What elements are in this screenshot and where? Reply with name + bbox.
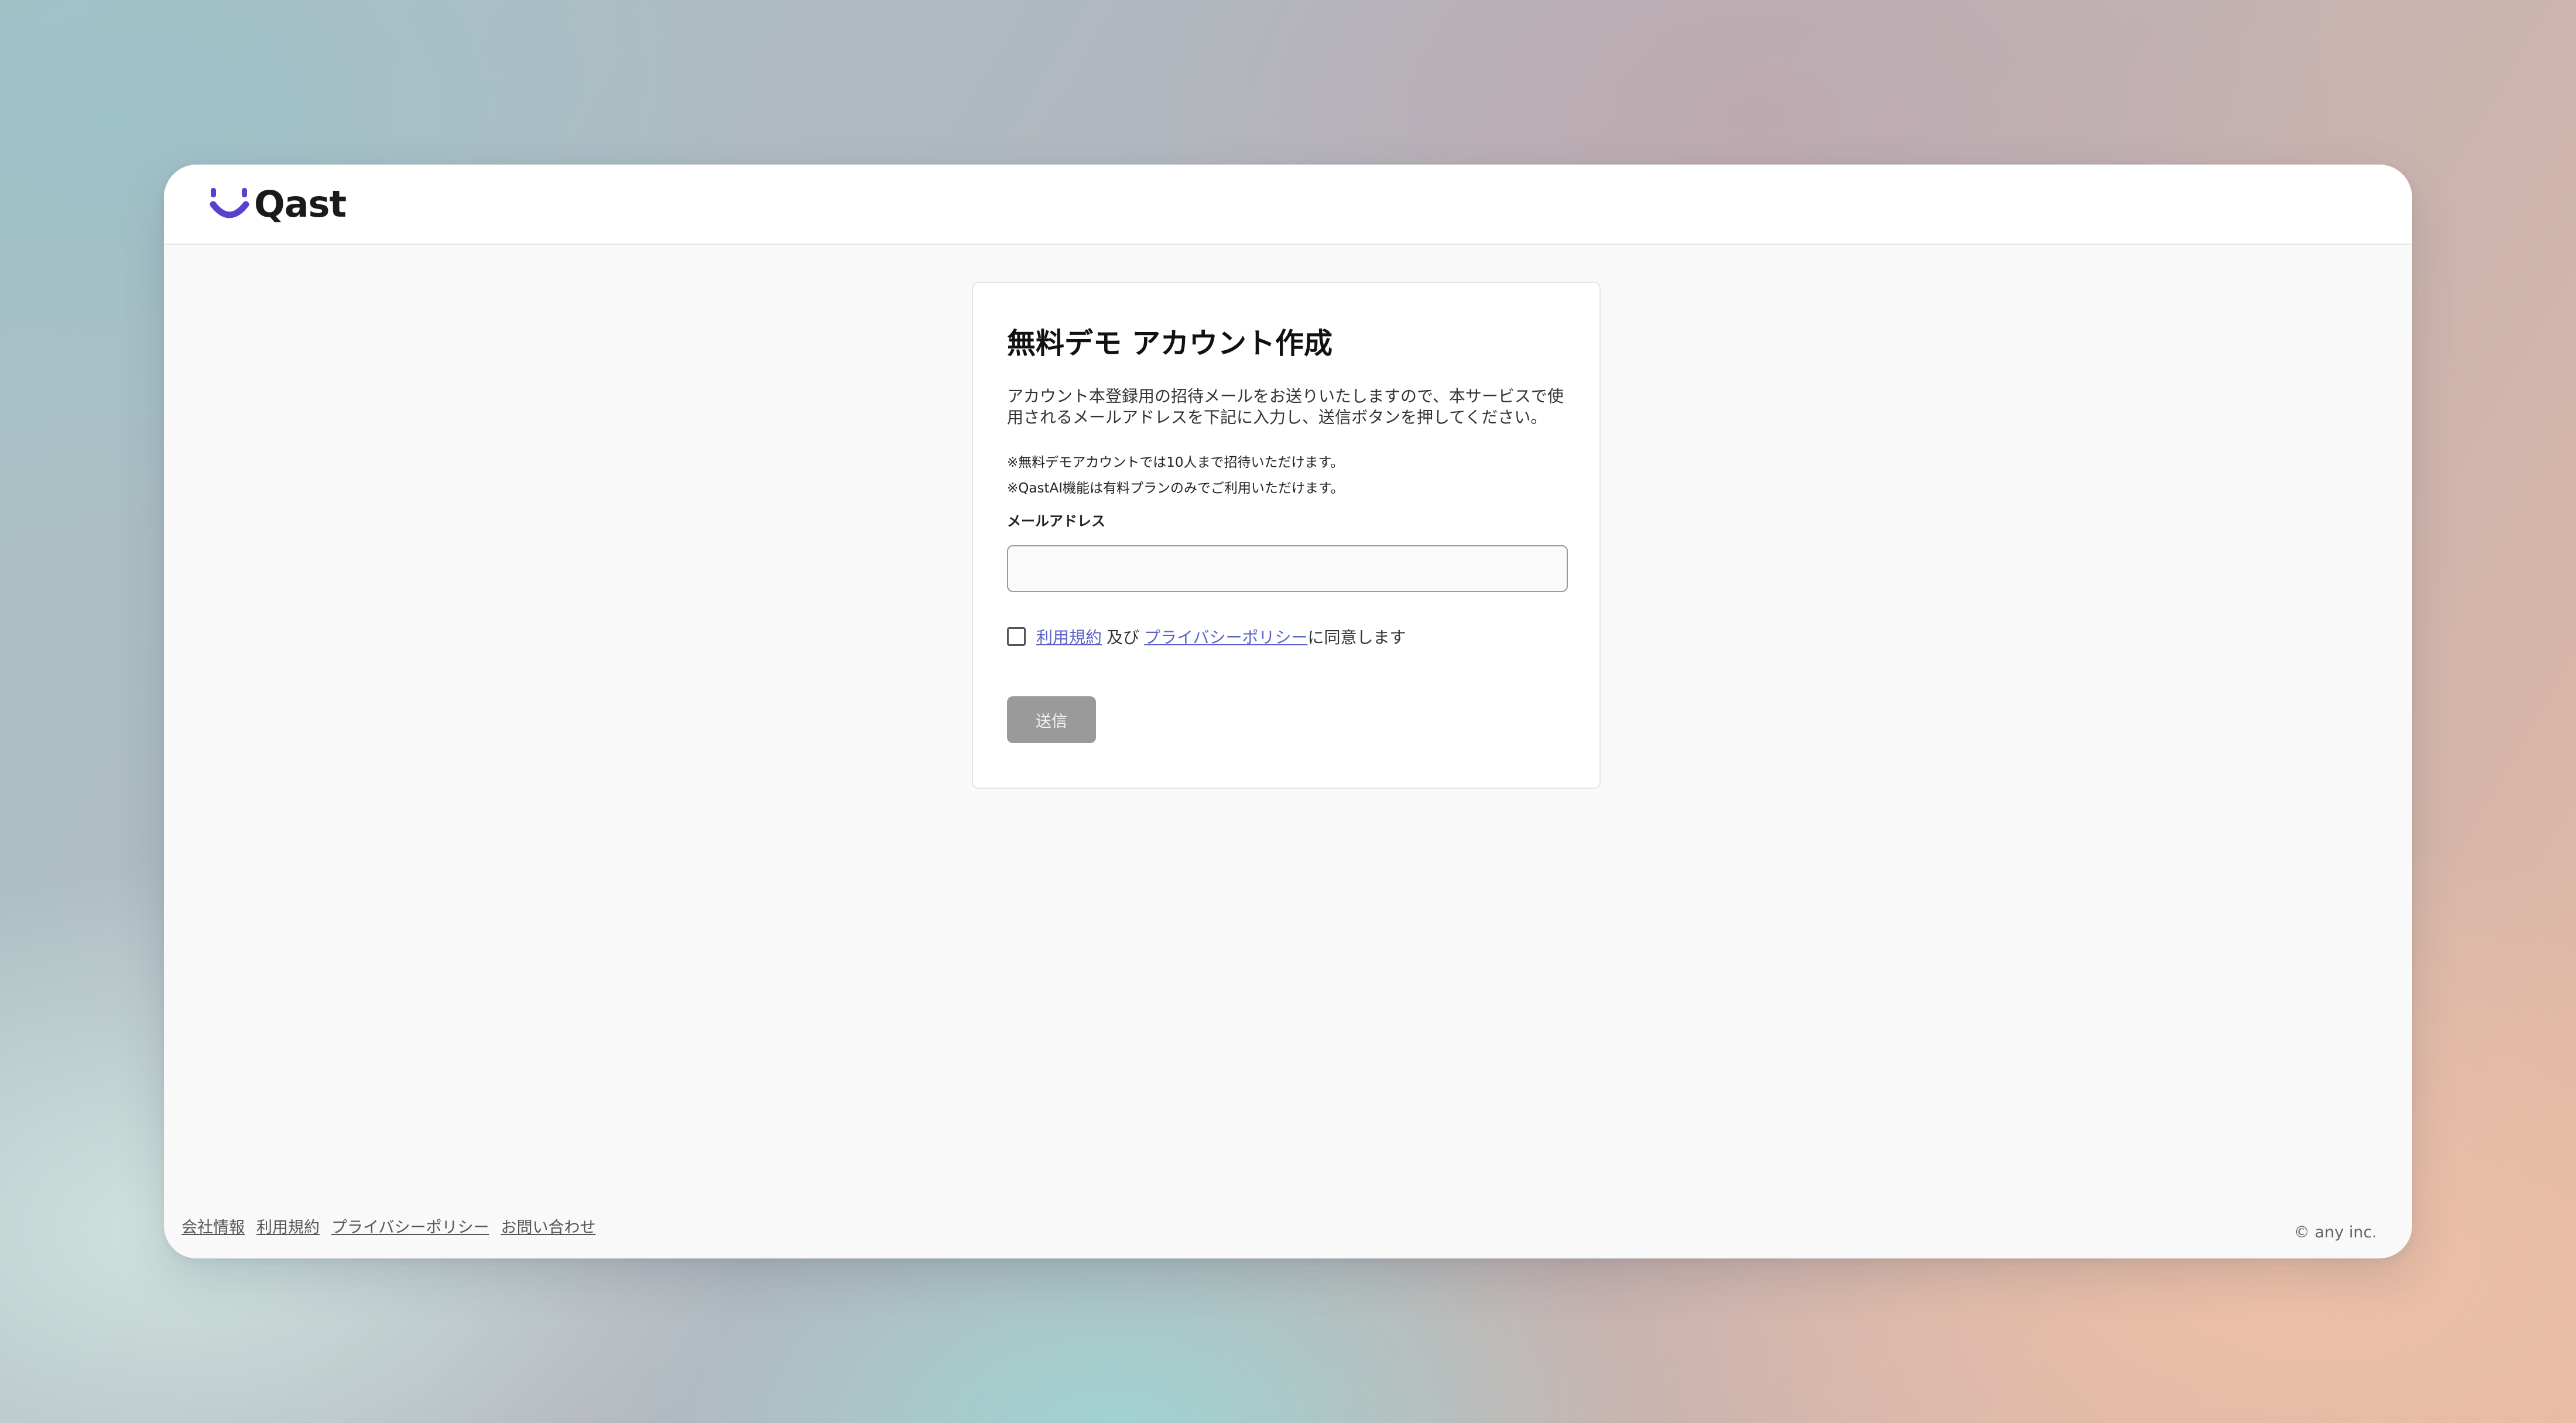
page-title: 無料デモ アカウント作成 — [1007, 327, 1333, 360]
footer-links: 会社情報 利用規約 プライバシーポリシー お問い合わせ — [181, 1217, 595, 1239]
footer-link-privacy[interactable]: プライバシーポリシー — [331, 1217, 489, 1239]
agree-row: 利用規約 及び プライバシーポリシー に同意します — [1007, 625, 1406, 648]
logo[interactable]: Qast — [210, 183, 347, 225]
privacy-policy-link[interactable]: プライバシーポリシー — [1144, 625, 1307, 648]
agree-conjunction: 及び — [1107, 628, 1140, 647]
agree-checkbox[interactable] — [1007, 627, 1026, 646]
footer-link-company[interactable]: 会社情報 — [181, 1217, 245, 1239]
email-input[interactable] — [1007, 545, 1568, 592]
footer-link-contact[interactable]: お問い合わせ — [501, 1217, 595, 1239]
footer-link-terms[interactable]: 利用規約 — [256, 1217, 320, 1239]
agree-suffix: に同意します — [1307, 628, 1406, 647]
browser-window: Qast 無料デモ アカウント作成 アカウント本登録用の招待メールをお送りいたし… — [164, 165, 2412, 1258]
logo-text: Qast — [254, 183, 347, 225]
lead-text: アカウント本登録用の招待メールをお送りいたしますので、本サービスで使用されるメー… — [1007, 386, 1564, 427]
signup-card: 無料デモ アカウント作成 アカウント本登録用の招待メールをお送りいたしますので、… — [972, 282, 1601, 789]
note-ai-feature: ※QastAI機能は有料プランのみでご利用いただけます。 — [1007, 481, 1344, 496]
top-bar: Qast — [164, 165, 2412, 245]
copyright: © any inc. — [2294, 1223, 2377, 1241]
email-label: メールアドレス — [1007, 513, 1105, 529]
submit-button[interactable]: 送信 — [1007, 696, 1096, 743]
note-invite-limit: ※無料デモアカウントでは10人まで招待いただけます。 — [1007, 455, 1344, 470]
terms-link[interactable]: 利用規約 — [1036, 625, 1102, 648]
smile-icon — [210, 188, 249, 218]
